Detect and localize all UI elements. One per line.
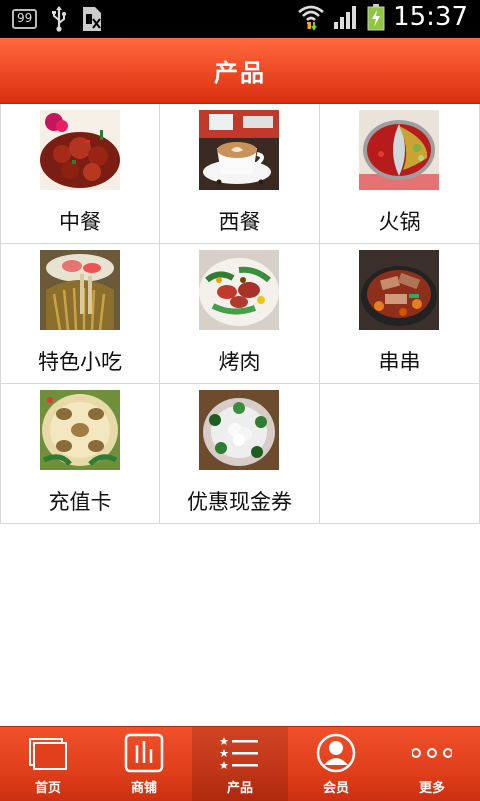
- empty-grid-cell: [320, 384, 480, 524]
- product-label: 特色小吃: [38, 350, 122, 374]
- signal-icon: [334, 6, 357, 29]
- product-label: 火锅: [378, 210, 421, 234]
- product-label: 中餐: [59, 210, 101, 234]
- product-image-skewers: [359, 250, 439, 330]
- status-left-icons: 99: [12, 6, 103, 32]
- tab-products[interactable]: 产品: [192, 727, 288, 801]
- product-item-snacks[interactable]: 特色小吃: [0, 244, 160, 384]
- product-item-skewers[interactable]: 串串: [320, 244, 480, 384]
- product-grid: 中餐 西餐 火锅 特色小吃 烤肉 串串 充值卡 优惠现金券: [0, 104, 480, 524]
- product-image-coupon: [199, 390, 279, 470]
- shop-icon: [124, 733, 164, 773]
- tab-label: 商铺: [130, 781, 157, 796]
- tab-label: 产品: [226, 781, 253, 796]
- tab-label: 会员: [322, 781, 349, 796]
- home-icon: [29, 738, 67, 770]
- tab-more[interactable]: 更多: [384, 727, 480, 801]
- product-image-recharge-card: [40, 390, 120, 470]
- product-item-bbq[interactable]: 烤肉: [160, 244, 320, 384]
- wifi-icon: [298, 5, 324, 31]
- product-label: 串串: [378, 350, 421, 374]
- product-item-recharge-card[interactable]: 充值卡: [0, 384, 160, 524]
- product-image-bbq: [199, 250, 279, 330]
- product-label: 优惠现金券: [187, 490, 292, 514]
- tab-label: 首页: [34, 781, 61, 796]
- battery-charging-icon: [367, 4, 385, 31]
- product-image-snacks: [40, 250, 120, 330]
- title-bar: 产品: [0, 38, 480, 104]
- clock: 15:37: [393, 2, 468, 32]
- product-item-coupon[interactable]: 优惠现金券: [160, 384, 320, 524]
- sim-card-icon: [83, 7, 102, 31]
- product-image-hotpot: [359, 110, 439, 190]
- tab-member[interactable]: 会员: [288, 727, 384, 801]
- product-label: 西餐: [218, 210, 261, 234]
- tab-home[interactable]: 首页: [0, 727, 96, 801]
- product-item-chinese-food[interactable]: 中餐: [0, 104, 160, 244]
- product-item-hotpot[interactable]: 火锅: [320, 104, 480, 244]
- bottom-tab-bar: 首页 商铺 产品 会员 更多: [0, 726, 480, 801]
- product-image-western-food: [199, 110, 279, 190]
- usb-icon: [52, 6, 67, 32]
- product-image-chinese-food: [40, 110, 120, 190]
- notification-count-badge: 99: [12, 9, 38, 29]
- more-icon: [412, 748, 452, 758]
- product-item-western-food[interactable]: 西餐: [160, 104, 320, 244]
- member-icon: [316, 733, 356, 773]
- status-right-icons: 15:37: [297, 2, 468, 32]
- tab-label: 更多: [418, 781, 445, 796]
- page-title: 产品: [214, 59, 266, 87]
- status-bar: 99 15:37: [0, 0, 480, 38]
- product-label: 烤肉: [218, 350, 261, 374]
- product-label: 充值卡: [48, 490, 112, 514]
- tab-shop[interactable]: 商铺: [96, 727, 192, 801]
- products-icon: [220, 737, 258, 769]
